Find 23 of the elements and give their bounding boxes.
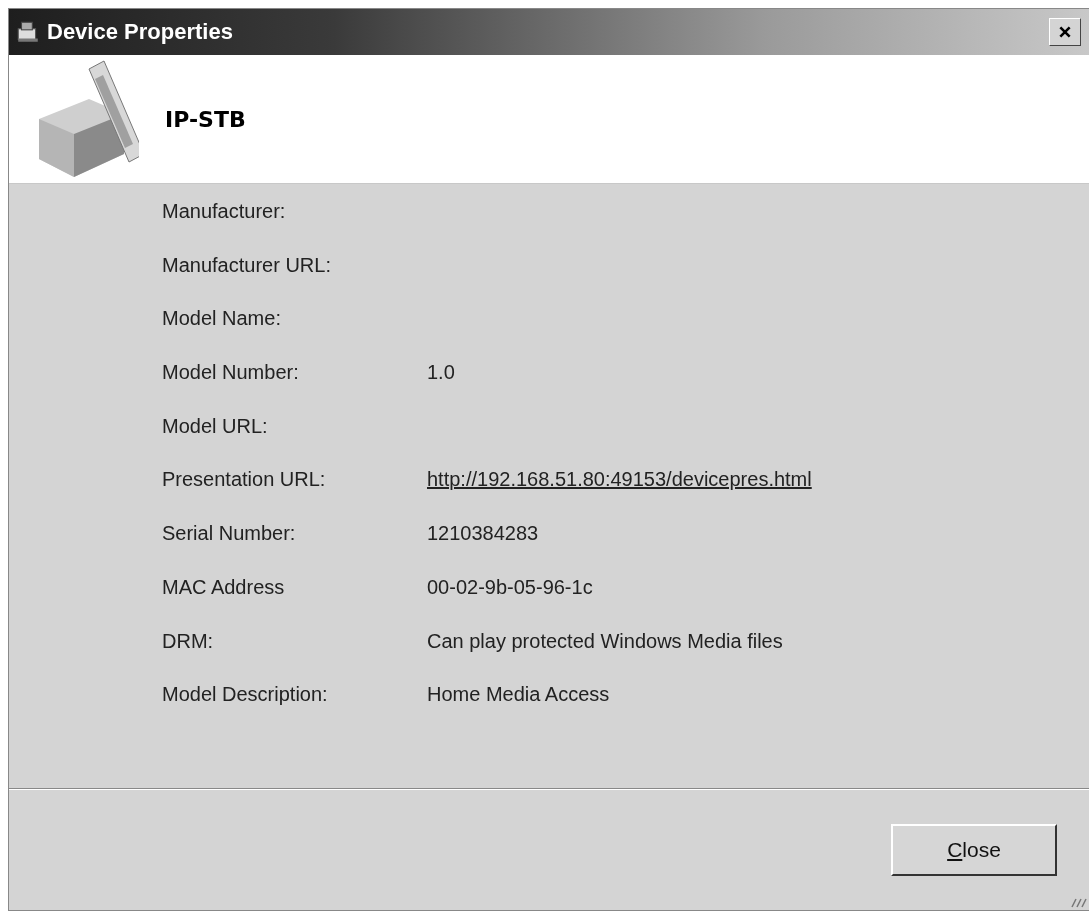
device-name: IP-STB: [165, 106, 246, 132]
property-value: 1210384283: [427, 522, 539, 546]
property-label: Presentation URL:: [162, 468, 326, 492]
property-label: DRM:: [162, 629, 214, 653]
presentation-link[interactable]: http://192.168.51.80:49153/devicepres.html: [427, 468, 812, 492]
property-value: 1.0: [427, 361, 455, 385]
property-label: Serial Number:: [162, 522, 296, 546]
close-button[interactable]: Close: [891, 824, 1057, 876]
property-value: Home Media Access: [427, 683, 610, 707]
property-label: Manufacturer:: [162, 200, 286, 223]
property-value: 00-02-9b-05-96-1c: [427, 575, 593, 599]
property-label: Model URL:: [162, 414, 268, 438]
property-label: Manufacturer URL:: [162, 253, 331, 277]
property-label: Model Description:: [162, 683, 328, 707]
window-title: Device Properties: [47, 19, 233, 45]
device-icon: [15, 19, 41, 45]
property-label: Model Name:: [162, 307, 281, 331]
property-label: Model Number:: [162, 361, 299, 385]
resize-grip-icon[interactable]: [1069, 896, 1087, 908]
close-button[interactable]: [1049, 18, 1081, 46]
close-icon: [1058, 25, 1072, 39]
property-value: Can play protected Windows Media files: [427, 629, 783, 653]
property-label: MAC Address: [162, 575, 285, 599]
